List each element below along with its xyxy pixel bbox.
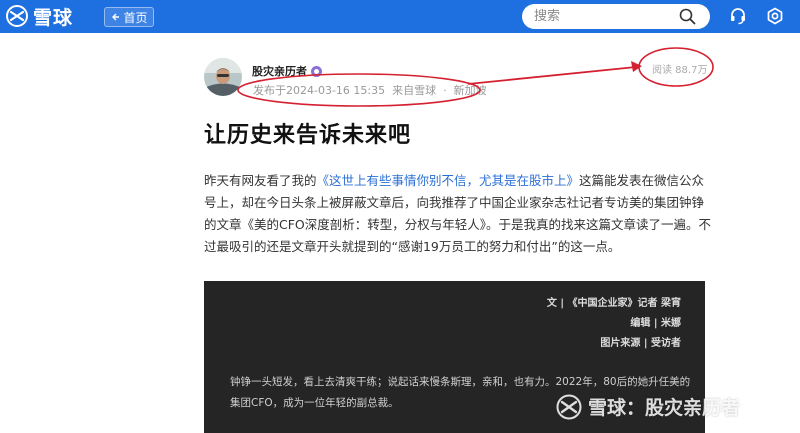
photo-credit-source: 图片来源 | 受访者 <box>600 338 681 349</box>
verified-badge-icon <box>311 65 322 77</box>
author-name[interactable]: 股灾亲历者 <box>252 63 322 79</box>
post-title: 让历史来告诉未来吧 <box>204 123 412 148</box>
publish-time: 发布于2024-03-16 15:35 <box>253 84 386 97</box>
referenced-article-link[interactable]: 《这世上有些事情你别不信，尤其是在股市上》 <box>317 173 580 188</box>
meta-separator: · <box>443 84 447 97</box>
post-source: 来自雪球 <box>392 84 437 97</box>
search-box[interactable] <box>522 4 710 29</box>
post-body-paragraph: 昨天有网友看了我的《这世上有些事情你别不信，尤其是在股市上》这篇能发表在微信公众… <box>204 170 716 258</box>
gear-icon[interactable] <box>766 7 784 25</box>
body-text-intro: 昨天有网友看了我的 <box>204 173 317 188</box>
annotation-arrow-line <box>467 66 637 85</box>
watermark: 雪球：股灾亲历者 <box>556 393 740 420</box>
watermark-logo-icon <box>556 394 582 419</box>
watermark-text: 雪球：股灾亲历者 <box>588 397 741 419</box>
search-input[interactable] <box>534 8 674 25</box>
top-navigation-bar: 雪球 首页 <box>0 0 800 33</box>
home-button[interactable]: 首页 <box>104 7 154 27</box>
read-count: 阅读 88.7万 <box>652 65 708 76</box>
site-logo[interactable]: 雪球 <box>6 4 74 29</box>
headset-icon[interactable] <box>729 7 747 25</box>
annotation-arrow-head <box>631 61 642 72</box>
post-location: 新加坡 <box>453 84 487 97</box>
post-meta: 发布于2024-03-16 15:35 来自雪球 · 新加坡 <box>253 82 487 98</box>
logo-text: 雪球 <box>33 6 74 29</box>
home-button-label: 首页 <box>123 10 148 25</box>
back-arrow-icon <box>112 13 120 21</box>
snowball-logo-icon <box>6 5 28 27</box>
photo-credit-editor: 编辑 | 米娜 <box>630 318 681 329</box>
author-avatar[interactable] <box>204 58 242 96</box>
search-icon[interactable] <box>679 8 696 25</box>
photo-credit-author: 文 | 《中国企业家》记者 梁宵 <box>546 298 681 309</box>
author-name-text: 股灾亲历者 <box>252 65 307 78</box>
